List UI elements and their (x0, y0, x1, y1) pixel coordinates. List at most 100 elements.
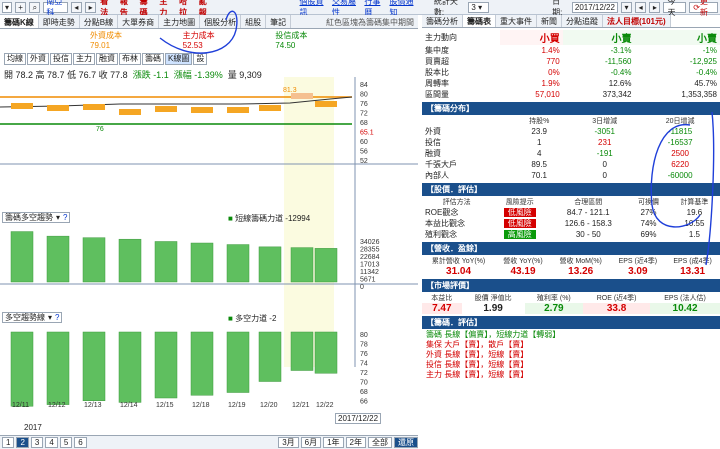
page-3[interactable]: 3 (30, 437, 44, 448)
risk-cell: 高風險 (491, 229, 548, 240)
range-2y[interactable]: 2年 (345, 437, 366, 448)
date-dropdown-icon[interactable]: ▾ (620, 1, 633, 13)
col-header: 殖利率 (%) (536, 294, 571, 302)
market-title: 【市場評價】 (422, 279, 720, 292)
indicator-tabs: 均線 外資 投信 主力 融資 布林 籌碼 K線圖 設 (0, 51, 418, 67)
valuation-title: 【股價．評估】 (422, 183, 720, 196)
trend-bar (314, 331, 338, 374)
trend-legend: ■ 多空力道 -2 (228, 314, 277, 323)
prev-icon[interactable]: ◂ (70, 1, 82, 13)
tab-chip-table[interactable]: 籌碼表 (463, 15, 496, 27)
axis-tick-label: 72 (360, 370, 368, 377)
tab-chip-analysis[interactable]: 籌碼分析 (422, 15, 463, 27)
range-1y[interactable]: 1年 (323, 437, 344, 448)
chip-selector[interactable]: 籌碼多空趨勢 (5, 212, 53, 223)
axis-tick-label: 74 (360, 361, 368, 368)
tab-ma[interactable]: 均線 (4, 53, 26, 65)
tab-group[interactable]: 組股 (241, 15, 267, 28)
tab-notes[interactable]: 筆記 (266, 15, 292, 28)
add-icon[interactable]: + (15, 1, 27, 13)
range-all[interactable]: 全部 (368, 437, 392, 448)
tab-chips[interactable]: 籌碼 (142, 53, 164, 65)
date-tick-label: 12/13 (84, 402, 102, 407)
row-label: 區間量 (425, 90, 449, 99)
range-3m[interactable]: 3月 (278, 437, 299, 448)
page-6[interactable]: 6 (74, 437, 87, 448)
axis-tick-label: 0 (360, 284, 364, 291)
cell-value: 13.26 (568, 266, 594, 277)
candle (83, 104, 105, 110)
tab-foreign[interactable]: 外資 (27, 53, 49, 65)
revenue-table: 累計營收 YoY(%) 營收 YoY(%) 營收 MoM(%) EPS (近4季) EP… (422, 255, 720, 278)
chart-panel: 籌碼K線 即時走勢 分點B線 大單券商 主力地圖 個股分析 組股 筆記 紅色區塊… (0, 15, 418, 435)
risk-badge: 低風險 (503, 219, 536, 228)
tab-target-price[interactable]: 法人目標(101元) (603, 15, 671, 27)
cell-value: 30 - 50 (575, 230, 601, 239)
tab-realtime[interactable]: 即時走勢 (39, 15, 80, 28)
row-label: 本益比觀念 (425, 219, 465, 228)
restore-button[interactable]: 還原 (394, 437, 418, 448)
page-1[interactable]: 1 (2, 437, 15, 448)
axis-tick-label: 65.1 (360, 130, 374, 137)
help-icon[interactable]: ? (55, 313, 59, 322)
valuation-table: 評估方法 風險提示 合理區間 可換價 計算基準 ROE觀念 低風險 84.7 - 1… (422, 196, 720, 240)
top-toolbar: ▾ + ⌕ 南亞科 ◂ ▸ 看法 報告 籌碼 主力 哈拉 亂報 個股資訊 交易屬… (0, 0, 720, 17)
cell-value: 12.6% (608, 79, 632, 88)
tab-kline[interactable]: K線圖 (165, 53, 193, 65)
page-5[interactable]: 5 (59, 437, 73, 448)
cost-legend: 外資成本 79.01 主力成本 52.53 投信成本 74.50 (0, 29, 418, 51)
col-header: 累計營收 YoY(%) (431, 257, 486, 265)
tab-main-map[interactable]: 主力地圖 (159, 15, 201, 28)
trend-bar (190, 331, 214, 396)
dist-col: 20日增減 (665, 117, 695, 125)
next-icon[interactable]: ▸ (85, 1, 97, 13)
help-icon[interactable]: ? (63, 213, 67, 222)
tab-branch-track[interactable]: 分點追蹤 (562, 15, 603, 27)
tab-settings[interactable]: 設 (193, 53, 208, 65)
tab-bollinger[interactable]: 布林 (119, 53, 141, 65)
chip-bar (314, 248, 338, 283)
cell-value: 770 (546, 57, 560, 66)
cell-value: 23.9 (531, 127, 547, 136)
stock-code-input[interactable]: 南亞科 (43, 0, 68, 17)
date-tick-label: 12/14 (120, 402, 138, 407)
chip-bar (226, 244, 250, 283)
stat-days-select[interactable]: 3 ▾ (468, 1, 490, 13)
cell-value: 7.47 (422, 303, 462, 314)
tab-main[interactable]: 主力 (73, 53, 95, 65)
tab-trust[interactable]: 投信 (50, 53, 72, 65)
tab-events[interactable]: 重大事件 (496, 15, 537, 27)
flow-col: 小賣 (634, 30, 720, 45)
today-button[interactable]: 今天 (663, 0, 687, 17)
range-6m[interactable]: 6月 (300, 437, 322, 448)
tab-news[interactable]: 新聞 (537, 15, 562, 27)
summary-line: 主力 長線【賣】，短線【賣】 (426, 370, 529, 379)
date-prev-icon[interactable]: ◂ (635, 1, 647, 13)
search-icon[interactable]: ⌕ (29, 1, 41, 13)
date-next-icon[interactable]: ▸ (649, 1, 661, 13)
page-4[interactable]: 4 (45, 437, 58, 448)
cell-value: -60000 (667, 171, 693, 180)
trend-bar (46, 331, 70, 405)
table-row: 區間量 57,010 373,342 1,353,358 (422, 89, 720, 100)
table-row: 主力動向 小買 小賣 小賣 (422, 30, 720, 45)
table-header: 本益比 股價 淨值比 殖利率 (%) ROE (近4季) EPS (法人估) (422, 292, 720, 303)
page-2[interactable]: 2 (16, 437, 29, 448)
tab-branch[interactable]: 分點B線 (80, 15, 119, 28)
axis-tick-label: 72 (360, 111, 368, 118)
menu-dropdown[interactable]: ▾ (2, 1, 12, 13)
date-tick-label: 12/21 (292, 402, 310, 407)
tab-margin[interactable]: 融資 (96, 53, 118, 65)
summary-line: 外資 長線【賣】，短線【賣】 (426, 350, 529, 359)
axis-tick-label: 5671 (360, 277, 376, 284)
cell-value: 1 (536, 138, 542, 147)
tab-big-broker[interactable]: 大單券商 (118, 15, 160, 28)
cell-value: 33.8 (583, 303, 651, 314)
tab-chip-kline[interactable]: 籌碼K線 (0, 15, 39, 28)
tab-stock-analysis[interactable]: 個股分析 (200, 15, 242, 28)
trend-selector[interactable]: 多空趨勢線 (5, 312, 45, 323)
table-row: 殖利觀念 高風險 30 - 50 69% 1.5 (422, 229, 720, 240)
update-button[interactable]: ⟳ 更新 (689, 0, 719, 17)
date-tick-label: 12/12 (48, 402, 66, 407)
date-input[interactable]: 2017/12/22 (571, 1, 618, 13)
